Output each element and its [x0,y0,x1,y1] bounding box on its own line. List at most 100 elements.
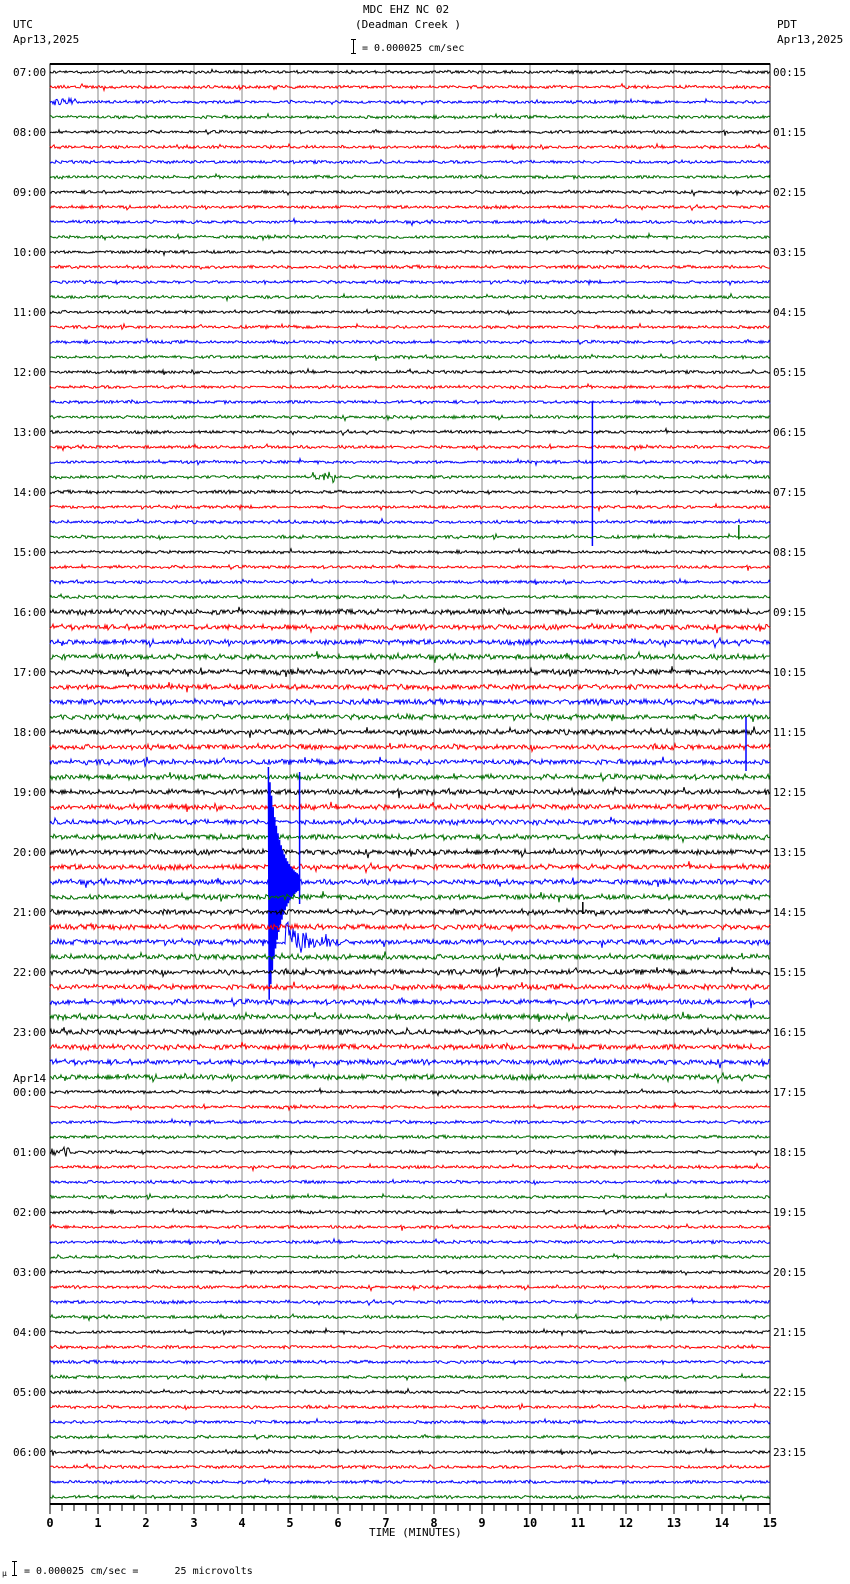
right-hour-label: 14:15 [773,906,806,919]
event-waveform [267,766,301,1000]
trace-line [49,1117,771,1127]
trace-line [49,367,771,376]
footer-prefix: µ [2,1569,7,1578]
trace-line [49,1237,771,1246]
trace-line [49,756,771,768]
trace-line [50,1402,771,1411]
left-hour-label: 01:00 [13,1146,46,1159]
right-hour-label: 01:15 [773,126,806,139]
x-tick-label: 6 [334,1516,341,1530]
trace-line [49,203,771,212]
right-hour-label: 03:15 [773,246,806,259]
left-hour-label: 02:00 [13,1206,46,1219]
footer-scale-bar-icon [12,1561,17,1576]
trace-line [49,801,771,813]
trace-line [49,172,771,181]
right-hour-label: 02:15 [773,186,806,199]
x-tick-label: 9 [478,1516,485,1530]
right-hour-label: 18:15 [773,1146,806,1159]
trace-line [49,771,771,783]
right-hour-label: 00:15 [773,66,806,79]
trace-line [49,622,771,634]
trace-line [49,950,771,962]
trace-line [49,456,771,467]
right-hour-label: 05:15 [773,366,806,379]
trace-line [49,398,771,407]
trace-line [49,263,771,271]
trace-line [49,1222,771,1231]
right-hour-label: 17:15 [773,1086,806,1099]
trace-line [49,861,771,875]
trace-line [49,1071,771,1085]
trace-line [49,725,771,738]
left-hour-label: 11:00 [13,306,46,319]
right-hour-label: 21:15 [773,1326,806,1339]
trace-line [49,1057,771,1069]
left-hour-label: 00:00 [13,1086,46,1099]
trace-line [49,352,771,361]
x-tick-label: 2 [142,1516,149,1530]
trace-line [49,1101,771,1112]
trace-line [49,142,771,151]
right-hour-label: 13:15 [773,846,806,859]
x-tick-label: 13 [667,1516,681,1530]
trace-line [49,1010,771,1023]
trace-line [49,532,771,541]
left-hour-label: 20:00 [13,846,46,859]
trace-line [49,322,770,331]
trace-line [49,650,771,663]
right-hour-label: 08:15 [773,546,806,559]
trace-line [50,1462,771,1470]
trace-line [49,1041,771,1052]
trace-line [49,1343,771,1351]
right-hour-label: 20:15 [773,1266,806,1279]
left-hour-label: 05:00 [13,1386,46,1399]
x-tick-label: 4 [238,1516,245,1530]
footer-scale-text: = 0.000025 cm/sec = 25 microvolts [24,1566,253,1577]
trace-line [49,68,771,75]
trace-line [49,712,771,723]
trace-line [49,922,771,933]
trace-line [49,1133,771,1141]
trace-line [49,1296,771,1307]
trace-line [49,682,771,693]
trace-line [49,308,771,316]
left-hour-label: 03:00 [13,1266,46,1279]
trace-line [49,471,771,484]
left-hour-label: 18:00 [13,726,46,739]
trace-line [49,547,771,555]
trace-line [49,1086,771,1097]
left-hour-label: 08:00 [13,126,46,139]
trace-line [49,577,771,586]
right-hour-label: 09:15 [773,606,806,619]
right-hour-label: 16:15 [773,1026,806,1039]
left-hour-label: 06:00 [13,1446,46,1459]
left-hour-label: 19:00 [13,786,46,799]
trace-line [49,697,771,707]
trace-line [49,666,771,677]
trace-line [49,1145,771,1157]
trace-line [49,1207,771,1216]
right-hour-label: 22:15 [773,1386,806,1399]
x-axis-label: TIME (MINUTES) [369,1526,462,1539]
right-hour-label: 10:15 [773,666,806,679]
trace-line [49,96,771,106]
trace-line [49,1326,771,1337]
left-hour-label: 10:00 [13,246,46,259]
left-hour-label: 14:00 [13,486,46,499]
trace-line [49,831,771,844]
trace-line [50,1284,771,1293]
trace-line [49,1026,771,1037]
trace-line [49,741,771,754]
x-tick-label: 15 [763,1516,777,1530]
trace-line [49,981,771,992]
trace-line [49,128,771,136]
right-hour-label: 04:15 [773,306,806,319]
trace-line [49,563,771,571]
trace-line [49,1252,771,1260]
x-tick-label: 0 [46,1516,53,1530]
trace-line [49,442,771,452]
trace-line [49,1417,771,1425]
trace-line [49,1178,771,1186]
trace-line [50,216,771,227]
